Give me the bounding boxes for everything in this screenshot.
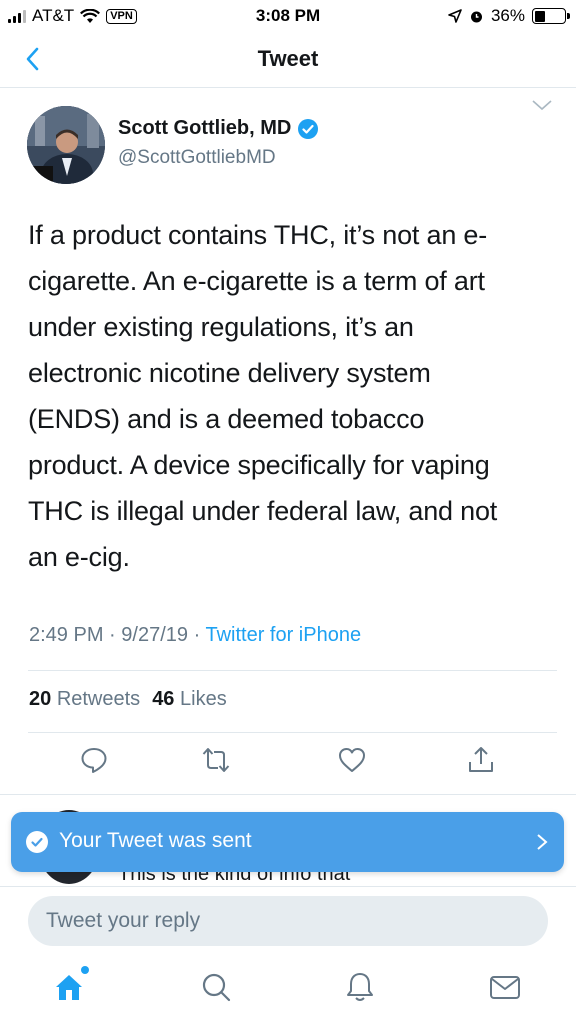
retweets-stat[interactable]: 20 Retweets (29, 688, 140, 711)
battery-icon (532, 8, 570, 24)
tweet-date: 9/27/19 (121, 624, 189, 646)
author-name-text: Scott Gottlieb, MD (118, 117, 292, 139)
retweets-label: Retweets (56, 688, 141, 710)
reply-bar (0, 886, 576, 954)
messages-icon[interactable] (488, 970, 522, 1004)
meta-separator: · (193, 624, 201, 646)
tweet-line: under existing regulations, it’s an (28, 312, 414, 342)
tweet-meta: 2:49 PM · 9/27/19 · Twitter for iPhone (29, 624, 361, 647)
divider (28, 732, 557, 733)
chevron-down-icon[interactable] (530, 97, 554, 113)
retweet-icon[interactable] (201, 745, 231, 775)
tweet-sent-toast[interactable]: Your Tweet was sent (11, 812, 564, 872)
chevron-right-icon (537, 834, 548, 850)
tweet-line: an e-cig. (28, 542, 130, 572)
notifications-icon[interactable] (343, 970, 377, 1004)
author-name[interactable]: Scott Gottlieb, MD (118, 117, 319, 140)
verified-badge-icon (298, 118, 319, 139)
tweet-time: 2:49 PM (29, 624, 104, 646)
avatar[interactable] (27, 106, 105, 184)
check-circle-icon (26, 831, 48, 853)
tweet-text: If a product contains THC, it’s not an e… (28, 212, 558, 580)
avatar-image (27, 106, 105, 184)
tweet-line: product. A device specifically for vapin… (28, 450, 490, 480)
tweet-line: (ENDS) and is a deemed tobacco (28, 404, 425, 434)
toast-message: Your Tweet was sent (59, 829, 252, 852)
tab-bar (0, 956, 576, 1024)
alarm-icon (470, 11, 482, 22)
meta-separator: · (109, 624, 116, 646)
page-title: Tweet (257, 46, 319, 71)
retweets-count: 20 (29, 688, 52, 710)
tweet-line: cigarette. An e-cigarette is a term of a… (28, 266, 485, 296)
battery-percent: 36% (490, 6, 525, 25)
location-arrow-icon (448, 9, 462, 23)
divider (28, 670, 557, 671)
likes-stat[interactable]: 46 Likes (152, 688, 227, 711)
likes-label: Likes (180, 688, 227, 710)
tweet-actions (0, 745, 576, 779)
tweet-line: THC is illegal under federal law, and no… (28, 496, 498, 526)
search-icon[interactable] (199, 970, 233, 1004)
status-right: 36% (448, 6, 570, 26)
reply-input[interactable] (28, 896, 548, 946)
nav-bar: Tweet (0, 34, 576, 88)
tweet-stats: 20 Retweets 46 Likes (29, 688, 227, 711)
tweet-line: If a product contains THC, it’s not an e… (28, 220, 488, 250)
battery-level (534, 10, 545, 22)
reply-icon[interactable] (79, 745, 109, 775)
home-icon[interactable] (52, 970, 86, 1004)
like-icon[interactable] (337, 745, 367, 775)
status-bar: AT&T VPN 3:08 PM 36% (0, 0, 576, 34)
reply-snippet-text: This is the kind of info that (118, 872, 351, 885)
tweet-line: electronic nicotine delivery system (28, 358, 431, 388)
likes-count: 46 (152, 688, 175, 710)
reply-snippet: This is the kind of info that (118, 872, 418, 886)
new-content-dot (81, 966, 89, 974)
divider (0, 794, 576, 795)
share-icon[interactable] (466, 745, 496, 775)
tweet-source-link[interactable]: Twitter for iPhone (205, 624, 361, 646)
author-handle[interactable]: @ScottGottliebMD (118, 147, 276, 169)
